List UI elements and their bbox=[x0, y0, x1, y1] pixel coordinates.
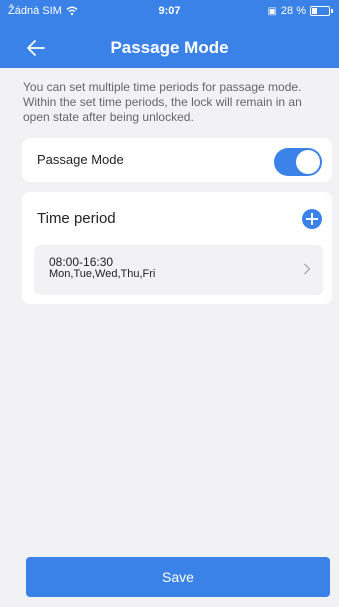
chevron-right-icon bbox=[304, 263, 311, 275]
battery-tip bbox=[331, 9, 333, 13]
passage-mode-toggle[interactable] bbox=[274, 148, 322, 176]
passage-mode-card: Passage Mode bbox=[22, 138, 332, 182]
time-period-days: Mon,Tue,Wed,Thu,Fri bbox=[49, 268, 156, 280]
orientation-lock-icon: ▣ bbox=[267, 5, 277, 17]
battery-icon bbox=[310, 6, 330, 16]
time-period-item[interactable]: 08:00-16:30 Mon,Tue,Wed,Thu,Fri bbox=[34, 245, 323, 295]
passage-mode-label: Passage Mode bbox=[37, 152, 124, 167]
toggle-knob bbox=[296, 150, 320, 174]
main-content: You can set multiple time periods for pa… bbox=[0, 68, 339, 607]
save-button[interactable]: Save bbox=[26, 557, 330, 597]
app-header: Žádná SIM 9:07 ▣ 28 % Passage Mode bbox=[0, 0, 339, 68]
add-time-period-button[interactable] bbox=[302, 209, 322, 229]
description-text: You can set multiple time periods for pa… bbox=[23, 80, 302, 124]
battery-percent: 28 % bbox=[280, 5, 306, 17]
time-period-range: 08:00-16:30 bbox=[49, 255, 114, 269]
page-title: Passage Mode bbox=[110, 38, 229, 57]
time-period-card: Time period 08:00-16:30 Mon,Tue,Wed,Thu,… bbox=[22, 192, 332, 304]
status-bar: Žádná SIM 9:07 ▣ 28 % bbox=[0, 0, 339, 22]
time-period-title: Time period bbox=[37, 210, 116, 227]
navbar: Passage Mode bbox=[0, 30, 339, 66]
battery-info: ▣ 28 % bbox=[267, 5, 333, 17]
